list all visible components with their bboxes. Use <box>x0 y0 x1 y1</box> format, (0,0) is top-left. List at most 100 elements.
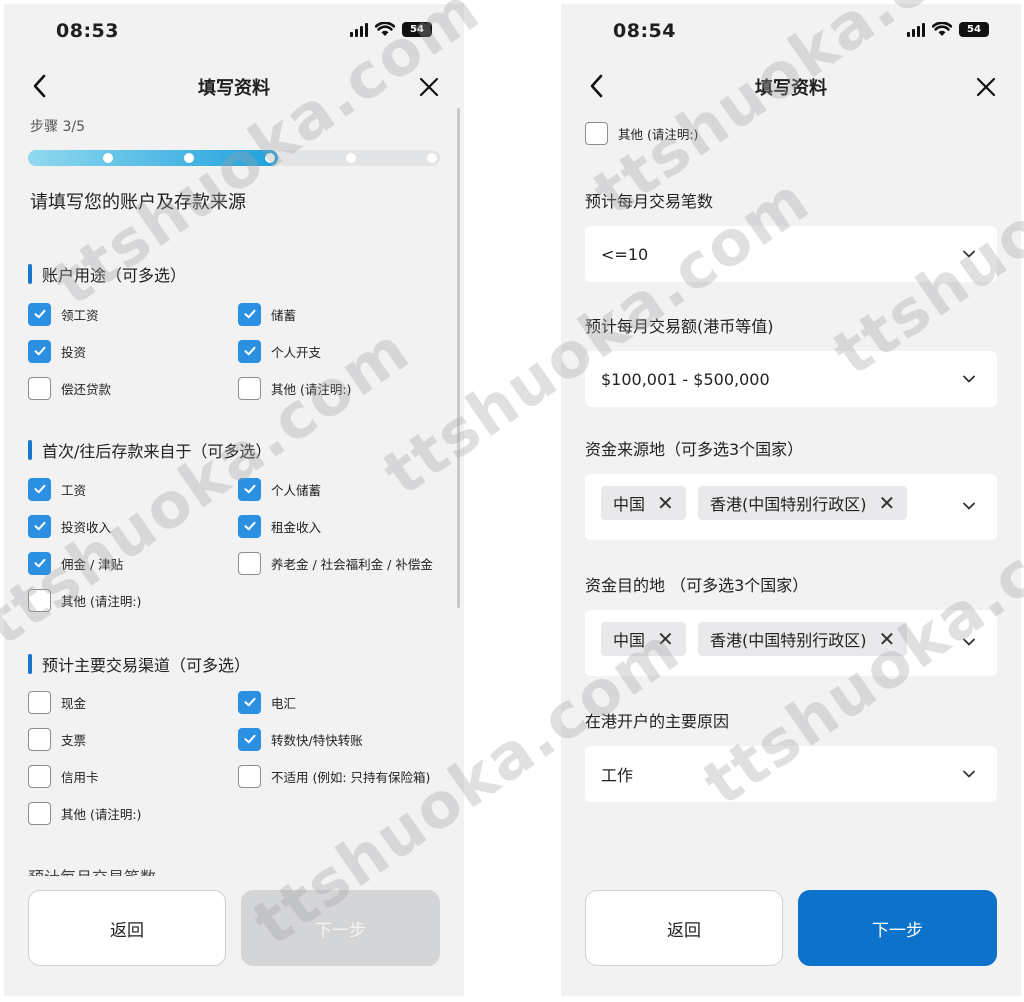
main-reason-value: 工作 <box>601 766 634 785</box>
checkbox-option[interactable]: 租金收入 <box>238 514 321 538</box>
checkbox[interactable] <box>238 764 261 788</box>
checkbox-option[interactable]: 转数快/特快转账 <box>238 727 363 751</box>
checkbox-label: 租金收入 <box>271 519 322 535</box>
checkbox-option[interactable]: 电汇 <box>238 690 296 714</box>
main-reason-label: 在港开户的主要原因 <box>585 712 730 731</box>
progress-fill <box>28 150 278 166</box>
chip-fund-source[interactable]: 香港(中国特别行政区) ✕ <box>698 486 908 520</box>
checkbox[interactable] <box>238 514 261 538</box>
battery-level: 54 <box>967 24 981 35</box>
chip-fund-source[interactable]: 中国 ✕ <box>601 486 686 520</box>
check-icon <box>244 309 255 319</box>
checkbox-label: 个人储蓄 <box>271 482 322 498</box>
checkbox-option[interactable]: 个人开支 <box>238 339 321 363</box>
section-title-deposit-source: 首次/往后存款来自于（可多选） <box>28 438 271 462</box>
checkbox[interactable] <box>28 727 51 751</box>
checkbox-option[interactable]: 其他 (请注明:) <box>28 801 141 825</box>
checkbox-option[interactable]: 投资 <box>28 339 86 363</box>
checkbox-option[interactable]: 偿还贷款 <box>28 376 111 400</box>
chip-fund-destination[interactable]: 香港(中国特别行政区) ✕ <box>698 622 908 656</box>
checkbox[interactable] <box>28 764 51 788</box>
checkbox[interactable] <box>28 514 51 538</box>
back-button[interactable]: 返回 <box>585 890 783 966</box>
checkbox-option[interactable]: 现金 <box>28 690 86 714</box>
checkbox[interactable] <box>238 339 261 363</box>
monthly-count-select[interactable]: <=10 <box>585 226 997 282</box>
checkbox-option[interactable]: 个人储蓄 <box>238 477 321 501</box>
fund-destination-multiselect[interactable]: 中国 ✕ 香港(中国特别行政区) ✕ <box>585 610 997 676</box>
section-title-transaction-channel: 预计主要交易渠道（可多选） <box>28 652 250 676</box>
progress-step-dot <box>263 151 277 165</box>
checkbox[interactable] <box>238 477 261 501</box>
checkbox-option[interactable]: 支票 <box>28 727 86 751</box>
checkbox-option[interactable]: 领工资 <box>28 302 99 326</box>
checkbox[interactable] <box>238 690 261 714</box>
monthly-count-label: 预计每月交易笔数 <box>585 192 714 211</box>
check-icon <box>34 521 45 531</box>
step-label: 步骤 3/5 <box>30 119 85 135</box>
check-icon <box>244 346 255 356</box>
close-icon[interactable] <box>414 72 444 102</box>
checkbox-option[interactable]: 不适用 (例如: 只持有保险箱) <box>238 764 430 788</box>
checkbox-option[interactable]: 其他 (请注明:) <box>28 588 141 612</box>
chip-fund-destination[interactable]: 中国 ✕ <box>601 622 686 656</box>
checkbox-label: 信用卡 <box>61 769 99 785</box>
checkbox[interactable] <box>238 376 261 400</box>
remove-chip-icon[interactable]: ✕ <box>657 493 674 513</box>
fund-destination-label: 资金目的地 （可多选3个国家） <box>585 576 809 595</box>
fund-source-multiselect[interactable]: 中国 ✕ 香港(中国特别行政区) ✕ <box>585 474 997 540</box>
page-title: 填写资料 <box>198 78 270 99</box>
checkbox-label: 其他 (请注明:) <box>61 806 142 822</box>
checkbox[interactable] <box>238 302 261 326</box>
checkbox[interactable] <box>28 302 51 326</box>
form-scroll-area[interactable]: 步骤 3/5 请填写您的账户及存款来源 账户用途（可多选） 领工资 储蓄 投资 个人开… <box>4 112 464 876</box>
checkbox-label: 个人开支 <box>271 344 322 360</box>
checkbox-option[interactable]: 其他 (请注明:) <box>238 376 351 400</box>
signal-icon <box>907 22 925 37</box>
scrollbar[interactable] <box>457 108 460 608</box>
checkbox-option[interactable]: 佣金 / 津贴 <box>28 551 123 575</box>
chevron-down-icon <box>963 502 975 510</box>
form-scroll-area[interactable]: 其他 (请注明:) 预计每月交易笔数 <=10 预计每月交易额(港币等值) $1… <box>561 112 1021 876</box>
next-button[interactable]: 下一步 <box>241 890 440 966</box>
checkbox-option[interactable]: 储蓄 <box>238 302 296 326</box>
checkbox-option[interactable]: 工资 <box>28 477 86 501</box>
checkbox-option[interactable]: 投资收入 <box>28 514 111 538</box>
check-icon <box>34 309 45 319</box>
chevron-down-icon <box>963 375 975 383</box>
checkbox-option[interactable]: 养老金 / 社会福利金 / 补偿金 <box>238 551 433 575</box>
checkbox-label: 投资收入 <box>61 519 112 535</box>
remove-chip-icon[interactable]: ✕ <box>657 629 674 649</box>
check-icon <box>244 734 255 744</box>
progress-step-dot <box>427 153 437 163</box>
checkbox[interactable] <box>28 690 51 714</box>
back-button[interactable]: 返回 <box>28 890 226 966</box>
close-icon[interactable] <box>971 72 1001 102</box>
checkbox-label: 工资 <box>61 482 87 498</box>
main-reason-select[interactable]: 工作 <box>585 746 997 802</box>
checkbox[interactable] <box>28 339 51 363</box>
check-icon <box>244 484 255 494</box>
checkbox[interactable] <box>28 801 51 825</box>
checkbox[interactable] <box>28 551 51 575</box>
nav-bar: 填写资料 <box>4 60 464 112</box>
battery-level: 54 <box>410 24 424 35</box>
checkbox[interactable] <box>28 588 51 612</box>
checkbox[interactable] <box>238 727 261 751</box>
checkbox[interactable] <box>585 121 608 145</box>
phone-screen-left: 08:53 54 填写资料 步骤 3/5 请填写您的账户及存款来源 账户用途（可… <box>4 4 464 996</box>
remove-chip-icon[interactable]: ✕ <box>879 629 896 649</box>
checkbox-option[interactable]: 信用卡 <box>28 764 99 788</box>
check-icon <box>244 521 255 531</box>
next-button[interactable]: 下一步 <box>798 890 997 966</box>
remove-chip-icon[interactable]: ✕ <box>879 493 896 513</box>
wifi-icon <box>375 22 395 36</box>
checkbox[interactable] <box>28 477 51 501</box>
checkbox-label: 养老金 / 社会福利金 / 补偿金 <box>271 556 433 572</box>
checkbox[interactable] <box>28 376 51 400</box>
checkbox-option-other[interactable]: 其他 (请注明:) <box>585 121 698 145</box>
checkbox[interactable] <box>238 551 261 575</box>
checkbox-label: 转数快/特快转账 <box>271 732 363 748</box>
monthly-amount-select[interactable]: $100,001 - $500,000 <box>585 351 997 407</box>
status-bar: 08:54 54 <box>561 4 1021 60</box>
